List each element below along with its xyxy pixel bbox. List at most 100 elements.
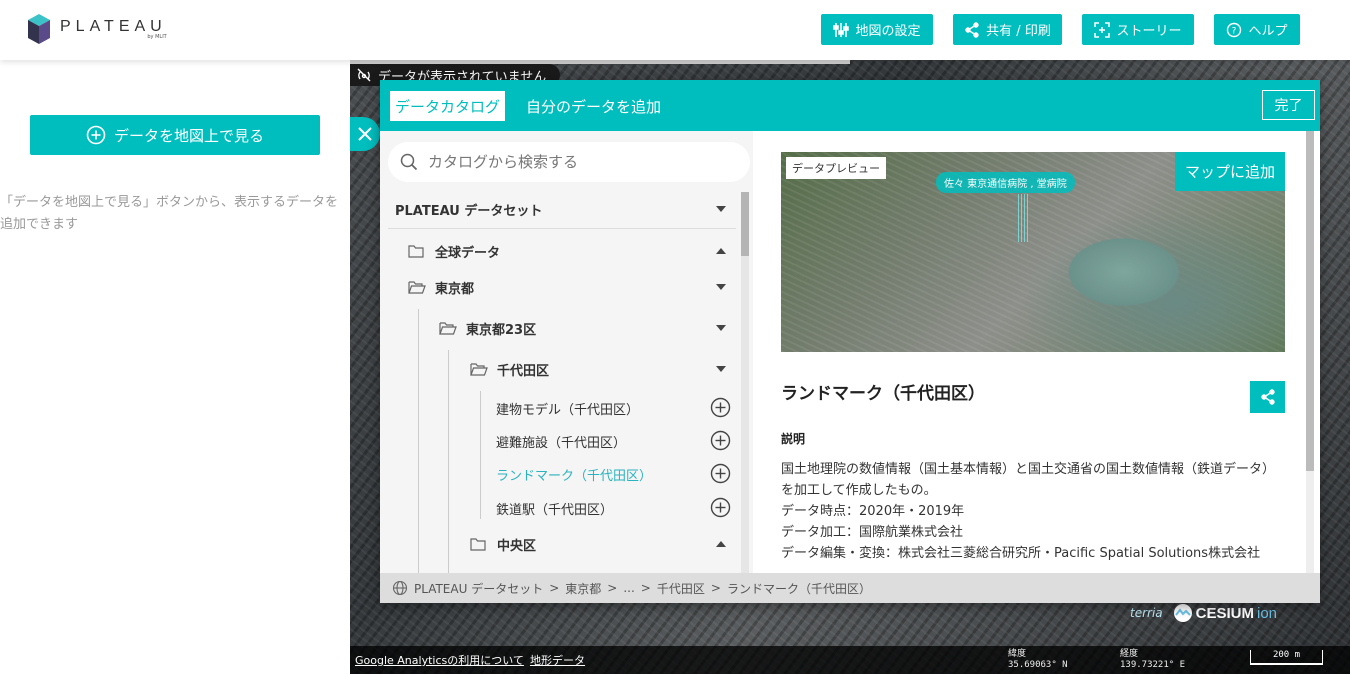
- divider: [388, 228, 736, 229]
- folder-open-icon: [470, 363, 488, 376]
- longitude-label: 経度: [1120, 649, 1139, 659]
- breadcrumb-separator: >: [710, 581, 721, 595]
- folder-global-data[interactable]: 全球データ: [408, 240, 740, 262]
- share-icon: [965, 21, 979, 38]
- description-line: データ加工：国際航業株式会社: [781, 525, 964, 540]
- chevron-down-icon: [716, 206, 726, 212]
- no-signal-icon: [357, 68, 371, 82]
- cube-logo-icon: [28, 14, 50, 44]
- add-dataset-button[interactable]: [710, 430, 731, 451]
- empty-workbench-hint: 「データを地図上で見る」ボタンから、表示するデータを追加できます: [0, 195, 339, 232]
- scrollbar-thumb[interactable]: [1306, 131, 1314, 471]
- group-plateau-dataset[interactable]: PLATEAU データセット: [395, 198, 740, 220]
- add-dataset-button[interactable]: [710, 397, 731, 418]
- svg-text:?: ?: [1232, 26, 1237, 36]
- app-header: PLATEAU by MLIT 地図の設定 共有 / 印刷 ストーリー ? ヘル…: [0, 0, 1350, 60]
- landmark-label-overlay: 佐々 東京通信病院 , 堂病院: [936, 172, 1075, 193]
- description-heading: 説明: [781, 432, 806, 446]
- search-input[interactable]: [426, 152, 726, 172]
- help-button[interactable]: ? ヘルプ: [1214, 14, 1300, 45]
- map-settings-button[interactable]: 地図の設定: [821, 14, 933, 45]
- catalog-breadcrumb: PLATEAU データセット > 東京都 > ... > 千代田区 > ランドマ…: [380, 573, 1320, 603]
- breadcrumb-separator: >: [607, 581, 618, 595]
- tab-data-catalog[interactable]: データカタログ: [390, 91, 506, 121]
- dataset-item-evacuation[interactable]: 避難施設（千代田区）: [496, 430, 626, 452]
- terria-logo[interactable]: terria: [1130, 606, 1163, 620]
- dataset-item-station[interactable]: 鉄道駅（千代田区）: [496, 497, 613, 519]
- detail-scrollbar[interactable]: [1306, 131, 1314, 573]
- map-settings-label: 地図の設定: [855, 24, 921, 39]
- tree-guide-line: [448, 350, 449, 573]
- story-button[interactable]: ストーリー: [1082, 14, 1194, 45]
- description-line: データ編集・変換：株式会社三菱総合研究所・Pacific Spatial Sol…: [781, 546, 1261, 561]
- folder-tokyo-23-wards[interactable]: 東京都23区: [439, 317, 740, 339]
- breadcrumb-item[interactable]: ランドマーク（千代田区）: [727, 580, 871, 597]
- help-label: ヘルプ: [1248, 24, 1288, 39]
- description-body: 国土地理院の数値情報（国土基本情報）と国土交通省の国土数値情報（鉄道データ）を加…: [781, 459, 1286, 564]
- workbench-panel: データを地図上で見る 「データを地図上で見る」ボタンから、表示するデータを追加で…: [0, 60, 350, 674]
- chevron-down-icon: [716, 284, 726, 290]
- folder-chiyoda[interactable]: 千代田区: [470, 358, 740, 380]
- done-button[interactable]: 完了: [1262, 90, 1315, 120]
- map-credits: terria CESIUM ion: [1130, 603, 1277, 623]
- plateau-logo[interactable]: PLATEAU by MLIT: [28, 14, 167, 44]
- folder-chuo[interactable]: 中央区: [470, 533, 740, 555]
- folder-label: 千代田区: [497, 363, 550, 379]
- folder-open-icon: [439, 322, 457, 335]
- chevron-up-icon: [716, 248, 726, 254]
- folder-tokyo[interactable]: 東京都: [408, 276, 740, 298]
- catalog-search[interactable]: [388, 142, 750, 182]
- cesium-icon: [1173, 604, 1192, 622]
- folder-label: 東京都: [435, 281, 475, 297]
- share-dataset-button[interactable]: [1250, 381, 1285, 413]
- folder-open-icon: [408, 281, 426, 294]
- plus-circle-icon: [86, 125, 106, 145]
- data-preview-map[interactable]: データプレビュー 佐々 東京通信病院 , 堂病院 マップに追加: [781, 152, 1285, 352]
- breadcrumb-item[interactable]: 東京都: [565, 580, 601, 597]
- folder-icon: [470, 538, 486, 551]
- folder-label: 全球データ: [435, 245, 501, 261]
- tree-guide-line: [480, 391, 481, 519]
- preview-label: データプレビュー: [786, 157, 886, 179]
- terrain-data-link[interactable]: 地形データ: [530, 652, 585, 668]
- tree-guide-line: [418, 309, 419, 573]
- breadcrumb-item[interactable]: PLATEAU データセット: [414, 580, 543, 597]
- chevron-down-icon: [716, 325, 726, 331]
- dataset-title: ランドマーク（千代田区）: [781, 384, 985, 404]
- latitude-label: 緯度: [1008, 649, 1027, 659]
- latitude-value: 35.69063° N: [1008, 660, 1068, 670]
- longitude-readout: 経度 139.73221° E: [1120, 649, 1185, 671]
- sliders-icon: [833, 22, 850, 37]
- tab-add-my-data[interactable]: 自分のデータを追加: [526, 91, 661, 121]
- google-analytics-link[interactable]: Google Analyticsの利用について: [355, 652, 524, 668]
- scrollbar-thumb[interactable]: [741, 192, 749, 256]
- catalog-tree-panel: PLATEAU データセット 全球データ 東京都 東京都23: [380, 131, 753, 573]
- globe-icon: [392, 580, 408, 596]
- share-icon: [1260, 389, 1275, 405]
- cesium-text: CESIUM: [1195, 604, 1254, 622]
- dataset-item-landmark-selected[interactable]: ランドマーク（千代田区）: [496, 463, 652, 485]
- catalog-header: データカタログ 自分のデータを追加 完了: [380, 80, 1320, 131]
- description-line: データ時点：2020年・2019年: [781, 504, 965, 519]
- longitude-value: 139.73221° E: [1120, 660, 1186, 670]
- view-data-on-map-button[interactable]: データを地図上で見る: [30, 115, 320, 155]
- add-dataset-button[interactable]: [710, 463, 731, 484]
- chevron-up-icon: [716, 541, 726, 547]
- add-to-map-button[interactable]: マップに追加: [1174, 152, 1285, 191]
- dataset-item-building-model[interactable]: 建物モデル（千代田区）: [496, 397, 639, 419]
- dataset-detail-panel: データプレビュー 佐々 東京通信病院 , 堂病院 マップに追加 ランドマーク（千…: [753, 131, 1320, 573]
- breadcrumb-separator: >: [549, 581, 560, 595]
- breadcrumb-item[interactable]: 千代田区: [657, 580, 705, 597]
- landmark-markers: [1018, 194, 1028, 242]
- close-catalog-tab[interactable]: [350, 117, 380, 151]
- breadcrumb-separator: >: [640, 581, 651, 595]
- search-icon: [400, 153, 418, 171]
- folder-icon: [408, 245, 424, 258]
- share-print-button[interactable]: 共有 / 印刷: [953, 14, 1062, 45]
- tree-scrollbar[interactable]: [741, 192, 749, 573]
- map-status-bar: Google Analyticsの利用について 地形データ 緯度 35.6906…: [350, 646, 1350, 674]
- help-icon: ?: [1227, 22, 1242, 37]
- add-dataset-button[interactable]: [710, 497, 731, 518]
- close-icon: [358, 127, 372, 141]
- cesium-ion-logo[interactable]: CESIUM ion: [1173, 603, 1277, 623]
